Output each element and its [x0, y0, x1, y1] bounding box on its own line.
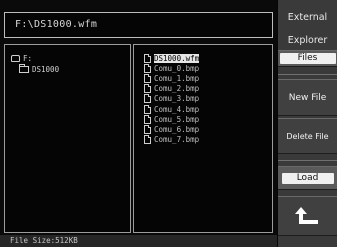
- menu-divider: [278, 74, 337, 75]
- directory-root-label: F:: [23, 54, 33, 63]
- file-list: DS1000.wfm Comu_0.bmp Comu_1.bmp Comu_2.…: [144, 53, 272, 145]
- file-panel[interactable]: DS1000.wfm Comu_0.bmp Comu_1.bmp Comu_2.…: [133, 44, 273, 233]
- path-bar: F:\DS1000.wfm: [4, 12, 273, 38]
- folder-icon: [19, 64, 29, 73]
- directory-item-root[interactable]: F:: [11, 53, 130, 64]
- drive-icon: [11, 55, 20, 62]
- explorer-main-area: F:\DS1000.wfm F: DS1000 DS1000.wfm Comu_…: [0, 0, 277, 247]
- file-name: DS1000.wfm: [154, 53, 200, 63]
- delete-file-button[interactable]: Delete File: [278, 118, 337, 154]
- new-file-button[interactable]: New File: [278, 79, 337, 116]
- file-icon: [144, 124, 151, 134]
- file-name: Comu_4.bmp: [154, 104, 200, 114]
- file-name: Comu_6.bmp: [154, 124, 200, 134]
- files-button-label: Files: [279, 53, 336, 64]
- file-item[interactable]: Comu_1.bmp: [144, 73, 272, 83]
- file-icon: [144, 84, 151, 94]
- status-bar: File Size:512KB: [0, 235, 277, 247]
- file-item[interactable]: Comu_6.bmp: [144, 124, 272, 134]
- file-item[interactable]: DS1000.wfm: [144, 53, 272, 63]
- file-name: Comu_1.bmp: [154, 73, 200, 83]
- file-name: Comu_7.bmp: [154, 135, 200, 145]
- file-name: Comu_3.bmp: [154, 94, 200, 104]
- file-icon: [144, 94, 151, 104]
- file-name: Comu_0.bmp: [154, 63, 200, 73]
- file-icon: [144, 63, 151, 73]
- file-name: Comu_5.bmp: [154, 114, 200, 124]
- file-item[interactable]: Comu_7.bmp: [144, 135, 272, 145]
- back-button[interactable]: [278, 196, 337, 236]
- file-icon: [144, 135, 151, 145]
- return-arrow-icon: [295, 207, 318, 224]
- file-item[interactable]: Comu_2.bmp: [144, 84, 272, 94]
- menu-title-line1: External: [287, 12, 328, 23]
- load-button[interactable]: Load: [278, 166, 337, 190]
- files-button[interactable]: Files: [278, 50, 337, 67]
- menu-title-line2: Explorer: [287, 35, 328, 46]
- scope-screen: F:\DS1000.wfm F: DS1000 DS1000.wfm Comu_…: [0, 0, 337, 247]
- file-name: Comu_2.bmp: [154, 84, 200, 94]
- file-item[interactable]: Comu_5.bmp: [144, 114, 272, 124]
- softkey-menu: External Explorer Files New File Delete …: [278, 0, 337, 247]
- directory-item-ds1000[interactable]: DS1000: [19, 64, 130, 75]
- file-icon: [144, 53, 151, 63]
- directory-panel[interactable]: F: DS1000: [4, 44, 131, 233]
- file-icon: [144, 104, 151, 114]
- directory-child-label: DS1000: [32, 65, 60, 74]
- file-icon: [144, 73, 151, 83]
- file-icon: [144, 114, 151, 124]
- new-file-button-label: New File: [288, 93, 327, 103]
- delete-file-button-label: Delete File: [286, 132, 329, 141]
- file-item[interactable]: Comu_3.bmp: [144, 94, 272, 104]
- menu-divider: [278, 160, 337, 161]
- file-item[interactable]: Comu_0.bmp: [144, 63, 272, 73]
- file-item[interactable]: Comu_4.bmp: [144, 104, 272, 114]
- load-button-label: Load: [281, 173, 334, 184]
